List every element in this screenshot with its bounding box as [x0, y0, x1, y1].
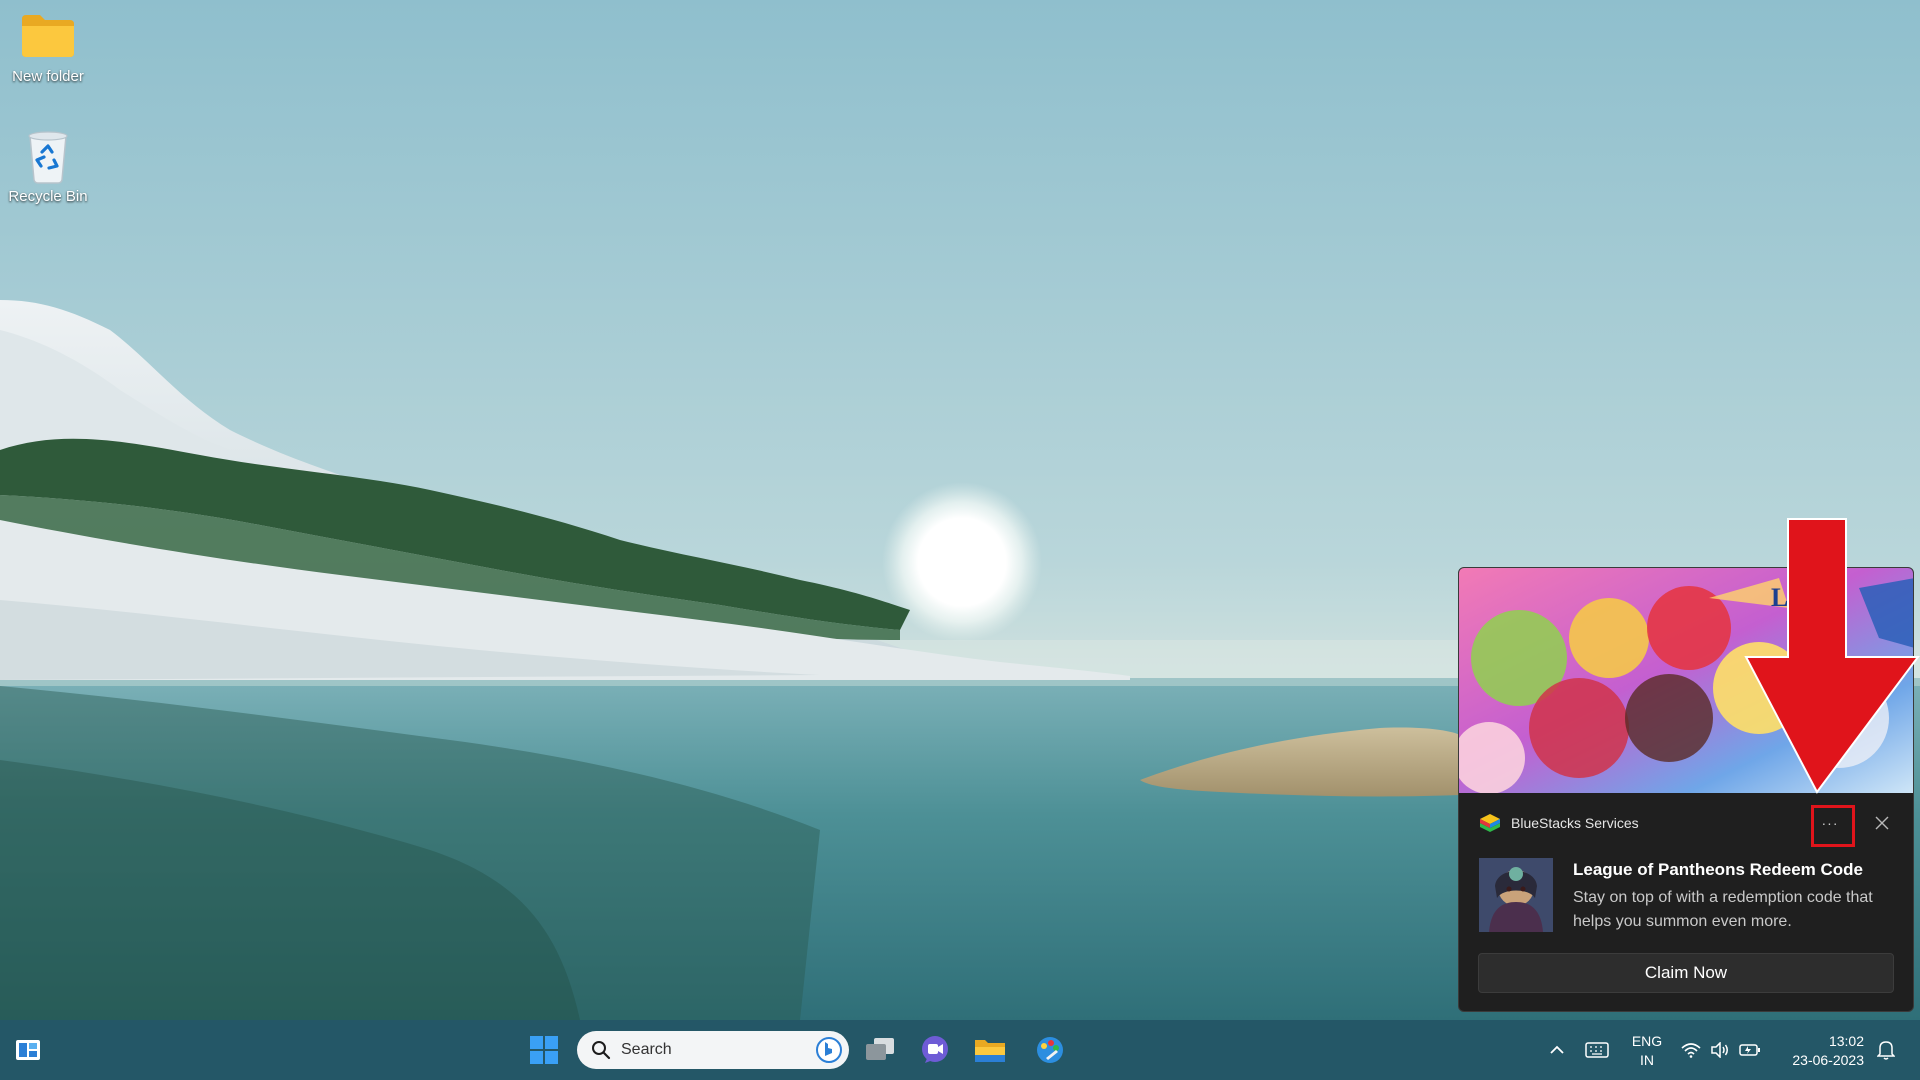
- notification-title: League of Pantheons Redeem Code: [1573, 860, 1863, 879]
- wifi-icon: [1681, 1043, 1701, 1058]
- region-code: IN: [1640, 1052, 1654, 1068]
- paint-button[interactable]: [1028, 1028, 1072, 1072]
- notification-close-button[interactable]: [1865, 806, 1899, 840]
- search-icon: [592, 1041, 611, 1060]
- widgets-button[interactable]: [6, 1028, 50, 1072]
- desktop-icon-new-folder[interactable]: New folder: [0, 8, 96, 85]
- desktop-icon-label: New folder: [12, 68, 84, 85]
- annotation-arrow: [1744, 518, 1920, 794]
- start-icon: [530, 1036, 558, 1064]
- start-button[interactable]: [522, 1028, 566, 1072]
- bluestacks-icon: [1479, 813, 1501, 833]
- notification-thumbnail: [1479, 858, 1553, 932]
- show-hidden-icons-button[interactable]: [1535, 1028, 1579, 1072]
- taskbar: Search ENG IN 13:02 23-06-2023: [0, 1020, 1920, 1080]
- notification-app-row: BlueStacks Services: [1479, 813, 1639, 833]
- notification-app-name: BlueStacks Services: [1511, 815, 1639, 831]
- close-icon: [1875, 816, 1889, 830]
- language-code: ENG: [1631, 1033, 1663, 1049]
- touch-keyboard-button[interactable]: [1575, 1028, 1619, 1072]
- chevron-up-icon: [1550, 1045, 1564, 1054]
- taskbar-search-box[interactable]: Search: [577, 1031, 849, 1069]
- teams-chat-button[interactable]: [913, 1028, 957, 1072]
- notification-body: Stay on top of with a redemption code th…: [1573, 889, 1873, 930]
- taskbar-clock[interactable]: 13:02 23-06-2023: [1772, 1032, 1864, 1070]
- folder-icon: [18, 8, 78, 64]
- quick-settings-button[interactable]: [1677, 1028, 1765, 1072]
- claim-now-button[interactable]: Claim Now: [1478, 953, 1894, 993]
- search-placeholder: Search: [621, 1041, 672, 1058]
- language-indicator[interactable]: ENG IN: [1630, 1032, 1664, 1070]
- file-explorer-button[interactable]: [968, 1028, 1012, 1072]
- task-view-button[interactable]: [858, 1028, 902, 1072]
- teams-chat-icon: [922, 1036, 948, 1063]
- recycle-bin-icon: [18, 128, 78, 184]
- paint-icon: [1037, 1037, 1063, 1063]
- file-explorer-icon: [975, 1040, 1005, 1062]
- clock-time: 13:02: [1828, 1033, 1864, 1049]
- clock-date: 23-06-2023: [1792, 1052, 1864, 1068]
- bing-icon[interactable]: [815, 1036, 843, 1064]
- desktop-icon-recycle-bin[interactable]: Recycle Bin: [0, 128, 96, 205]
- annotation-highlight-box: [1811, 805, 1855, 847]
- volume-icon: [1711, 1042, 1728, 1058]
- widgets-icon: [16, 1040, 40, 1060]
- task-view-icon: [866, 1038, 894, 1060]
- notification-bell-icon: [1877, 1041, 1895, 1060]
- notification-center-button[interactable]: [1866, 1028, 1906, 1072]
- keyboard-icon: [1585, 1042, 1609, 1058]
- battery-icon: [1738, 1044, 1760, 1056]
- desktop-icon-label: Recycle Bin: [8, 188, 88, 205]
